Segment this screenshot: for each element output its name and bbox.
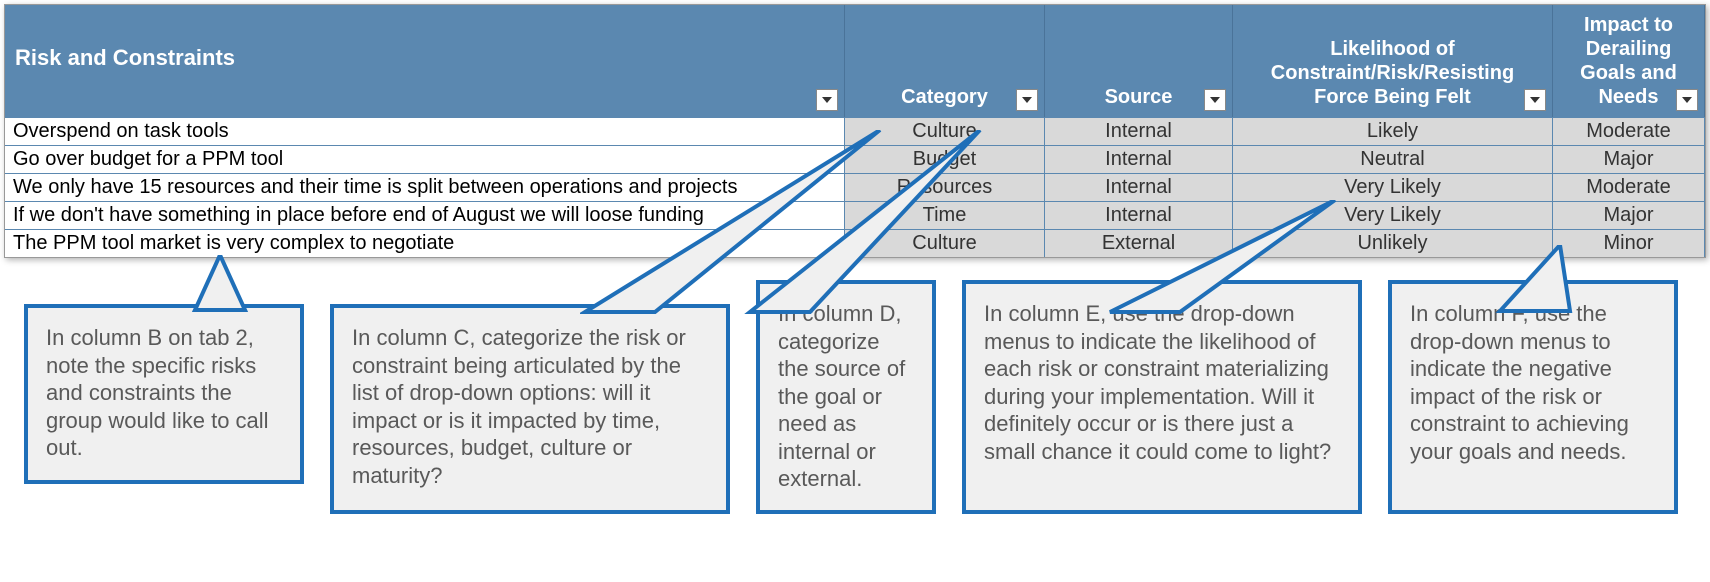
filter-dropdown-likelihood[interactable] <box>1524 89 1546 111</box>
filter-dropdown-risk[interactable] <box>816 89 838 111</box>
callout-pointer-e <box>1100 200 1360 316</box>
callout-f-text: In column F, use the drop-down menus to … <box>1410 301 1629 464</box>
callout-b-text: In column B on tab 2, note the specific … <box>46 325 269 460</box>
callout-c-text: In column C, categorize the risk or cons… <box>352 325 686 488</box>
table-header-row: Risk and Constraints Category Source Lik… <box>5 5 1705 117</box>
callout-pointer-f <box>1490 245 1590 315</box>
col-header-source-label: Source <box>1105 85 1173 109</box>
cell-impact[interactable]: Moderate <box>1553 118 1705 145</box>
col-header-risk: Risk and Constraints <box>5 5 845 117</box>
cell-impact[interactable]: Major <box>1553 146 1705 173</box>
callout-pointer-c2 <box>740 130 1000 316</box>
cell-likelihood[interactable]: Very Likely <box>1233 174 1553 201</box>
callout-e-text: In column E, use the drop-down menus to … <box>984 301 1331 464</box>
callout-column-b: In column B on tab 2, note the specific … <box>24 304 304 484</box>
callout-column-c: In column C, categorize the risk or cons… <box>330 304 730 514</box>
callout-pointer-b <box>190 255 250 315</box>
filter-dropdown-category[interactable] <box>1016 89 1038 111</box>
cell-source[interactable]: Internal <box>1045 174 1233 201</box>
col-header-impact: Impact to Derailing Goals and Needs <box>1553 5 1705 117</box>
callout-column-f: In column F, use the drop-down menus to … <box>1388 280 1678 514</box>
cell-impact[interactable]: Moderate <box>1553 174 1705 201</box>
col-header-likelihood-label: Likelihood of Constraint/Risk/Resisting … <box>1243 37 1542 109</box>
col-header-likelihood: Likelihood of Constraint/Risk/Resisting … <box>1233 5 1553 117</box>
col-header-category: Category <box>845 5 1045 117</box>
cell-likelihood[interactable]: Likely <box>1233 118 1553 145</box>
cell-source[interactable]: Internal <box>1045 118 1233 145</box>
filter-dropdown-source[interactable] <box>1204 89 1226 111</box>
col-header-category-label: Category <box>901 85 988 109</box>
cell-impact[interactable]: Major <box>1553 202 1705 229</box>
cell-source[interactable]: Internal <box>1045 146 1233 173</box>
filter-dropdown-impact[interactable] <box>1676 89 1698 111</box>
cell-likelihood[interactable]: Neutral <box>1233 146 1553 173</box>
col-header-impact-label: Impact to Derailing Goals and Needs <box>1563 13 1694 109</box>
col-header-risk-label: Risk and Constraints <box>15 45 235 71</box>
callout-d-text: In column D, categorize the source of th… <box>778 301 905 491</box>
col-header-source: Source <box>1045 5 1233 117</box>
